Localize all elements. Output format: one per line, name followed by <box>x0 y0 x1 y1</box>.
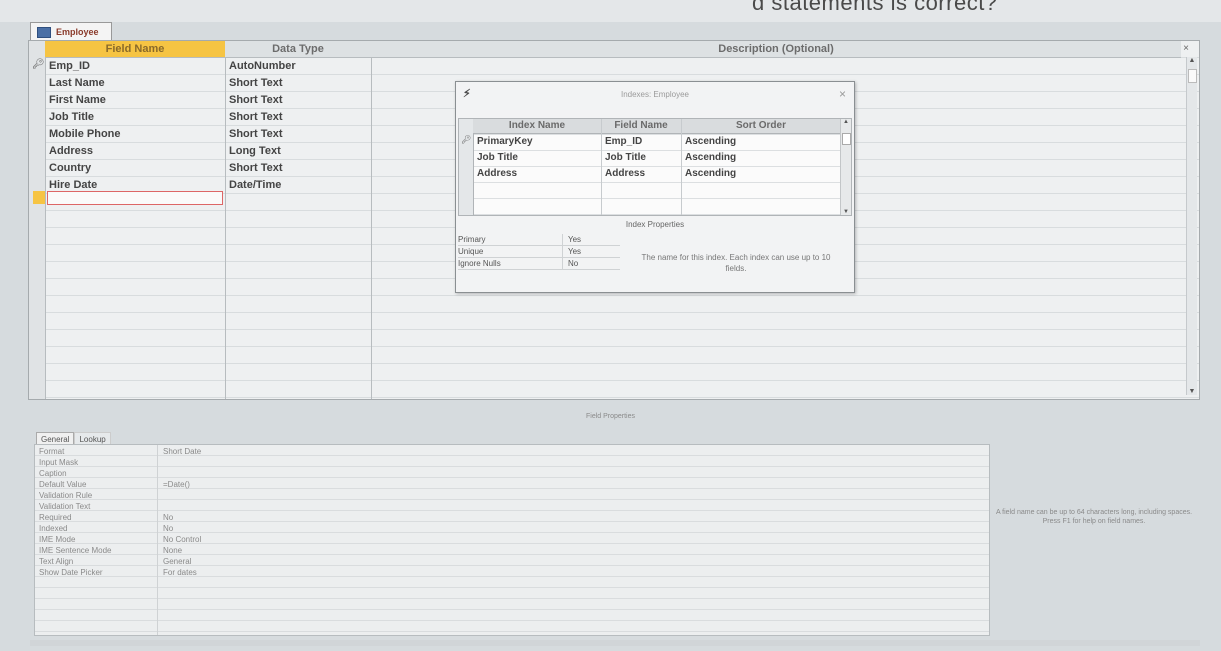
field-property-name: Required <box>39 513 72 522</box>
header-field-name[interactable]: Field Name <box>45 41 225 58</box>
vertical-scrollbar[interactable]: ▲ ▼ <box>1186 57 1197 395</box>
tab-employee[interactable]: Employee <box>30 22 112 40</box>
sort-order-cell[interactable]: Ascending <box>685 134 736 149</box>
field-name-cell[interactable]: Address <box>49 143 93 159</box>
index-property-value[interactable]: Yes <box>568 234 581 245</box>
field-property-name: Format <box>39 447 65 456</box>
header-sort-order[interactable]: Sort Order <box>681 119 841 134</box>
sort-order-cell[interactable]: Ascending <box>685 150 736 165</box>
primary-key-icon: 🔑︎ <box>32 59 45 70</box>
index-field-cell[interactable]: Emp_ID <box>605 134 642 149</box>
row-selector-column[interactable]: 🔑︎ <box>29 41 46 399</box>
header-index-name[interactable]: Index Name <box>473 119 601 134</box>
field-property-name: Show Date Picker <box>39 568 103 577</box>
index-property-name: Ignore Nulls <box>458 258 563 269</box>
scroll-up-icon[interactable]: ▲ <box>841 119 851 125</box>
index-property-value[interactable]: No <box>568 258 578 269</box>
field-property-name: Caption <box>39 469 67 478</box>
field-property-value[interactable]: Short Date <box>163 446 201 457</box>
scroll-down-icon[interactable]: ▼ <box>1187 388 1197 395</box>
index-field-cell[interactable]: Job Title <box>605 150 646 165</box>
index-name-cell[interactable]: Job Title <box>477 150 518 165</box>
field-property-value[interactable]: For dates <box>163 567 197 578</box>
primary-key-icon: 🔑︎ <box>461 135 472 144</box>
field-name-cell[interactable]: Job Title <box>49 109 94 125</box>
field-name-cell[interactable]: Last Name <box>49 75 105 91</box>
field-properties-label: Field Properties <box>585 413 636 420</box>
current-field-cell[interactable] <box>47 191 223 205</box>
indexes-title: Indexes: Employee <box>620 90 690 99</box>
indexes-scrollbar[interactable]: ▲ ▼ <box>840 119 851 215</box>
data-type-cell[interactable]: AutoNumber <box>229 58 296 74</box>
field-name-cell[interactable]: Hire Date <box>49 177 97 193</box>
background-question-text: ɑ statements is correct? <box>752 0 998 15</box>
index-property-row[interactable]: Ignore Nulls No <box>458 258 620 270</box>
status-bar <box>30 640 1200 646</box>
data-type-cell[interactable]: Short Text <box>229 160 283 176</box>
field-property-value[interactable]: None <box>163 545 182 556</box>
field-name-cell[interactable]: Country <box>49 160 91 176</box>
field-property-name: Indexed <box>39 524 68 533</box>
scroll-up-icon[interactable]: ▲ <box>1187 57 1197 64</box>
field-property-name: IME Mode <box>39 535 76 544</box>
close-icon[interactable]: × <box>839 87 846 101</box>
index-help-text: The name for this index. Each index can … <box>641 253 831 273</box>
index-properties-table: Primary Yes Unique Yes Ignore Nulls No <box>458 234 620 270</box>
field-property-name: Default Value <box>39 480 87 489</box>
index-property-row[interactable]: Unique Yes <box>458 246 620 258</box>
header-description[interactable]: Description (Optional) <box>371 41 1181 58</box>
close-icon[interactable]: × <box>1183 43 1189 54</box>
field-property-value[interactable]: General <box>163 556 191 567</box>
window-top-strip: ɑ statements is correct? <box>0 0 1221 22</box>
field-property-name: Text Align <box>39 557 74 566</box>
scroll-thumb[interactable] <box>842 133 851 145</box>
index-row-selector[interactable]: 🔑︎ <box>459 119 474 215</box>
field-property-value[interactable]: No Control <box>163 534 201 545</box>
data-type-cell[interactable]: Short Text <box>229 109 283 125</box>
field-property-value[interactable]: No <box>163 512 173 523</box>
tab-label: Employee <box>56 27 99 37</box>
index-properties-title: Index Properties <box>625 220 685 229</box>
scroll-down-icon[interactable]: ▼ <box>841 209 851 215</box>
indexes-grid: 🔑︎ Index Name Field Name Sort Order Prim… <box>458 118 852 216</box>
data-type-cell[interactable]: Short Text <box>229 126 283 142</box>
field-property-name: Input Mask <box>39 458 79 467</box>
index-property-row[interactable]: Primary Yes <box>458 234 620 246</box>
index-property-name: Unique <box>458 246 563 257</box>
index-property-name: Primary <box>458 234 563 245</box>
sort-order-cell[interactable]: Ascending <box>685 166 736 181</box>
current-row-marker <box>33 191 45 204</box>
field-name-cell[interactable]: Emp_ID <box>49 58 90 74</box>
field-properties-panel: Format Short Date Input Mask Caption Default… <box>34 444 990 636</box>
data-type-cell[interactable]: Short Text <box>229 92 283 108</box>
field-property-name: Validation Rule <box>39 491 93 500</box>
field-property-value[interactable]: No <box>163 523 173 534</box>
data-type-cell[interactable]: Date/Time <box>229 177 281 193</box>
field-name-cell[interactable]: Mobile Phone <box>49 126 121 142</box>
field-property-name: IME Sentence Mode <box>39 546 112 555</box>
header-data-type[interactable]: Data Type <box>225 41 371 58</box>
index-field-cell[interactable]: Address <box>605 166 645 181</box>
index-name-cell[interactable]: PrimaryKey <box>477 134 533 149</box>
data-type-cell[interactable]: Long Text <box>229 143 281 159</box>
field-property-value[interactable]: =Date() <box>163 479 190 490</box>
field-property-name: Validation Text <box>39 502 91 511</box>
field-help-text: A field name can be up to 64 characters … <box>995 509 1193 525</box>
data-type-cell[interactable]: Short Text <box>229 75 283 91</box>
header-index-field-name[interactable]: Field Name <box>601 119 681 134</box>
field-name-cell[interactable]: First Name <box>49 92 106 108</box>
indexes-title-bar[interactable]: ⚡︎ Indexes: Employee × <box>456 82 854 106</box>
table-icon <box>37 27 51 39</box>
index-property-value[interactable]: Yes <box>568 246 581 257</box>
scroll-thumb[interactable] <box>1188 69 1197 83</box>
indexes-dialog: ⚡︎ Indexes: Employee × 🔑︎ Index Name Fie… <box>455 81 855 293</box>
index-name-cell[interactable]: Address <box>477 166 517 181</box>
